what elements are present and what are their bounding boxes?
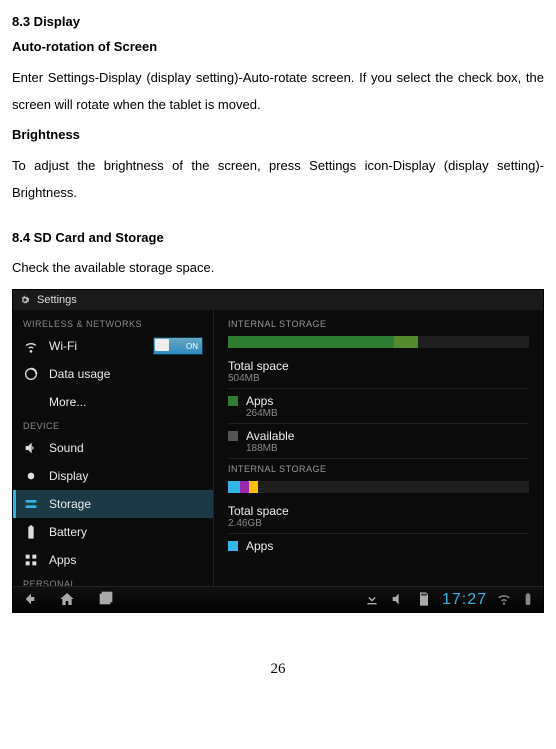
- sidebar-item-label: Storage: [49, 497, 91, 511]
- row-label: Total space: [228, 504, 289, 518]
- system-navbar: 17:27: [13, 586, 543, 613]
- category-device: DEVICE: [13, 416, 213, 434]
- brightness-heading: Brightness: [12, 127, 544, 142]
- storage-row-available[interactable]: Available 188MB: [228, 424, 529, 459]
- sd-status-icon[interactable]: [416, 591, 432, 610]
- storage-usage-bar-1: [228, 336, 529, 348]
- row-value: 504MB: [228, 373, 289, 384]
- storage-header-1: INTERNAL STORAGE: [214, 314, 543, 332]
- home-icon[interactable]: [59, 591, 75, 610]
- sidebar-item-label: More...: [49, 395, 86, 409]
- settings-sidebar: WIRELESS & NETWORKS Wi-Fi ON Data usage …: [13, 310, 214, 586]
- storage-header-2: INTERNAL STORAGE: [214, 459, 543, 477]
- apps-icon: [23, 552, 39, 568]
- volume-status-icon[interactable]: [390, 591, 406, 610]
- row-value: 264MB: [246, 408, 278, 419]
- sidebar-item-battery[interactable]: Battery: [13, 518, 213, 546]
- storage-icon: [23, 496, 39, 512]
- sidebar-item-label: Sound: [49, 441, 84, 455]
- wifi-toggle[interactable]: ON: [153, 337, 203, 355]
- sidebar-item-wifi[interactable]: Wi-Fi ON: [13, 332, 213, 360]
- color-swatch-icon: [228, 431, 238, 441]
- sidebar-item-label: Wi-Fi: [49, 339, 77, 353]
- section-8-3-title: 8.3 Display: [12, 14, 544, 29]
- sound-icon: [23, 440, 39, 456]
- sidebar-item-label: Data usage: [49, 367, 110, 381]
- autorotation-body: Enter Settings-Display (display setting)…: [12, 64, 544, 119]
- battery-icon: [23, 524, 39, 540]
- storage-detail-pane: INTERNAL STORAGE Total space 504MB Apps …: [214, 310, 543, 586]
- storage-usage-bar-2: [228, 481, 529, 493]
- storage-row-partial[interactable]: Apps: [228, 534, 529, 557]
- row-value: 2.46GB: [228, 518, 289, 529]
- settings-content: WIRELESS & NETWORKS Wi-Fi ON Data usage …: [13, 310, 543, 586]
- row-label: Apps: [246, 539, 273, 553]
- color-swatch-icon: [228, 541, 238, 551]
- settings-app-icon: [19, 294, 31, 306]
- section-8-4-title: 8.4 SD Card and Storage: [12, 230, 544, 245]
- settings-screenshot: Settings WIRELESS & NETWORKS Wi-Fi ON Da…: [12, 289, 544, 613]
- blank-icon: [23, 394, 39, 410]
- back-icon[interactable]: [21, 591, 37, 610]
- autorotation-heading: Auto-rotation of Screen: [12, 39, 544, 54]
- sidebar-item-sound[interactable]: Sound: [13, 434, 213, 462]
- sidebar-item-label: Display: [49, 469, 88, 483]
- category-wireless: WIRELESS & NETWORKS: [13, 314, 213, 332]
- data-usage-icon: [23, 366, 39, 382]
- sidebar-item-label: Battery: [49, 525, 87, 539]
- storage-row-total2[interactable]: Total space 2.46GB: [228, 499, 529, 534]
- sidebar-item-storage[interactable]: Storage: [13, 490, 213, 518]
- sidebar-item-label: Apps: [49, 553, 76, 567]
- row-label: Apps: [246, 394, 278, 408]
- sidebar-item-datausage[interactable]: Data usage: [13, 360, 213, 388]
- row-label: Available: [246, 429, 294, 443]
- page-number: 26: [12, 661, 544, 678]
- brightness-body: To adjust the brightness of the screen, …: [12, 152, 544, 207]
- sidebar-item-more[interactable]: More...: [13, 388, 213, 416]
- section-8-4-body: Check the available storage space.: [12, 255, 544, 281]
- download-status-icon[interactable]: [364, 591, 380, 610]
- sidebar-item-display[interactable]: Display: [13, 462, 213, 490]
- navbar-clock[interactable]: 17:27: [442, 591, 487, 609]
- row-value: 188MB: [246, 443, 294, 454]
- window-title: Settings: [37, 294, 77, 306]
- storage-row-apps[interactable]: Apps 264MB: [228, 389, 529, 424]
- wifi-status-icon[interactable]: [497, 592, 511, 609]
- window-titlebar: Settings: [13, 290, 543, 310]
- row-label: Total space: [228, 359, 289, 373]
- display-icon: [23, 468, 39, 484]
- color-swatch-icon: [228, 396, 238, 406]
- recents-icon[interactable]: [97, 591, 113, 610]
- wifi-icon: [23, 338, 39, 354]
- battery-status-icon[interactable]: [521, 592, 535, 609]
- sidebar-item-apps[interactable]: Apps: [13, 546, 213, 574]
- storage-row-total[interactable]: Total space 504MB: [228, 354, 529, 389]
- category-personal: PERSONAL: [13, 574, 213, 586]
